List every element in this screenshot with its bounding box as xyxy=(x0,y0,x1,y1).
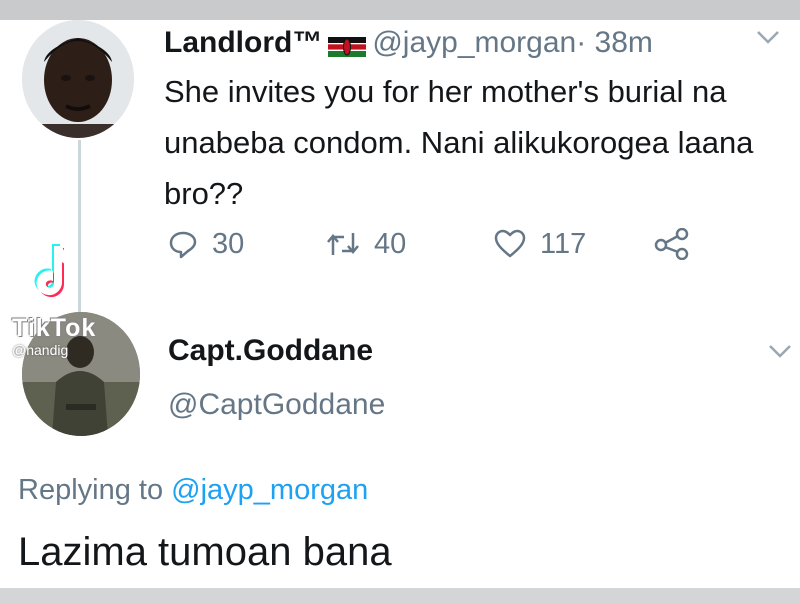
retweet-count: 40 xyxy=(374,227,407,260)
tweet-time[interactable]: · 38m xyxy=(576,26,653,59)
reply-count: 30 xyxy=(212,227,245,260)
reply-author-handle[interactable]: @CaptGoddane xyxy=(168,388,385,422)
bottom-bar xyxy=(0,588,800,604)
author-name[interactable]: Landlord™ xyxy=(164,26,322,59)
tiktok-logo-icon xyxy=(26,240,90,304)
author-handle[interactable]: @jayp_morgan xyxy=(372,26,576,59)
top-bar xyxy=(0,0,800,20)
share-button[interactable] xyxy=(654,226,704,262)
reply-text: Lazima tumoan bana xyxy=(18,530,392,574)
like-button[interactable]: 117 xyxy=(494,226,586,262)
like-count: 117 xyxy=(540,227,587,260)
tiktok-watermark-user: @nandig xyxy=(12,342,69,358)
tweet-text: She invites you for her mother's burial … xyxy=(164,74,754,211)
chevron-down-icon[interactable] xyxy=(756,24,780,50)
tiktok-watermark-text: TikTok xyxy=(12,314,97,342)
reply-icon xyxy=(169,231,197,259)
reply-author-name[interactable]: Capt.Goddane xyxy=(168,334,373,368)
replying-prefix: Replying to xyxy=(18,474,164,506)
avatar[interactable] xyxy=(22,20,134,138)
kenya-flag-icon xyxy=(328,31,367,58)
chevron-down-icon[interactable] xyxy=(768,338,792,364)
retweet-icon xyxy=(327,233,359,255)
share-icon xyxy=(654,228,689,260)
reply-button[interactable]: 30 xyxy=(168,226,244,262)
like-icon xyxy=(494,229,526,258)
retweet-button[interactable]: 40 xyxy=(326,226,406,262)
tweet-header: Landlord™ @jayp_morgan· 38m xyxy=(164,26,653,60)
replying-to-line: Replying to @jayp_morgan xyxy=(18,474,368,507)
replying-mention-link[interactable]: @jayp_morgan xyxy=(171,474,368,506)
